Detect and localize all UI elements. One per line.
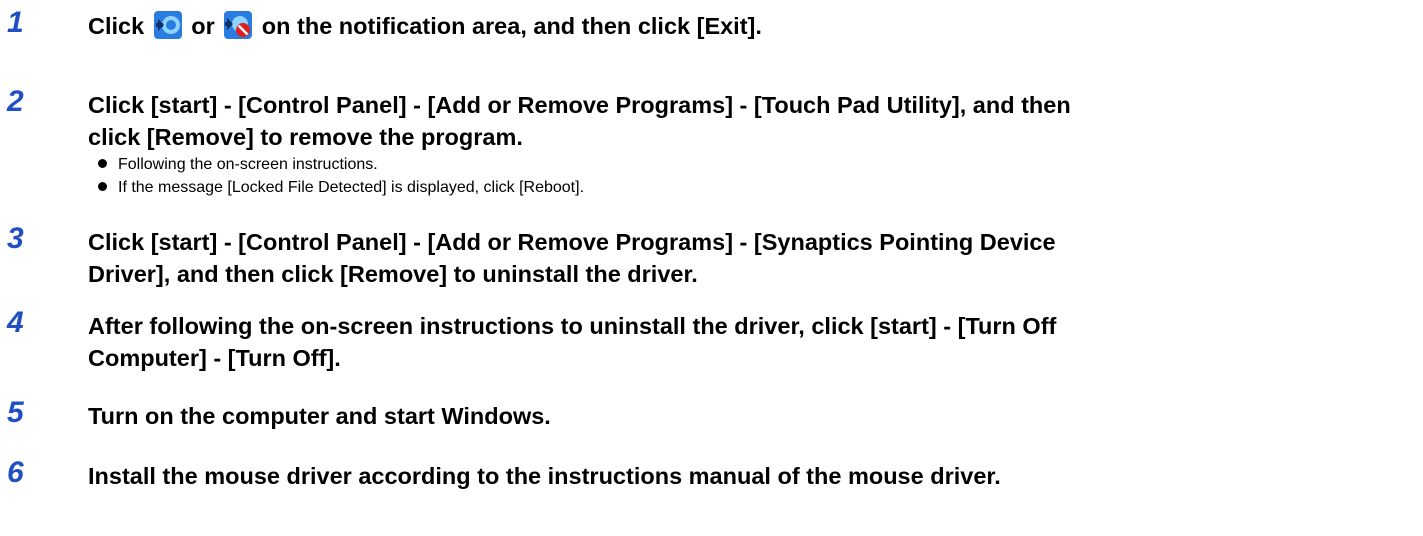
touch-pad-utility-disabled-icon [224,11,253,39]
step-number: 3 [7,222,24,255]
step-text-line: Install the mouse driver according to th… [88,463,1001,489]
step-text-part: or [184,13,222,39]
step-number: 2 [7,85,24,118]
step-instruction: Turn on the computer and start Windows. [88,400,1418,432]
step-number: 4 [7,306,24,339]
step-text-line: click [Remove] to remove the program. [88,124,523,150]
step-text-line: Click [start] - [Control Panel] - [Add o… [88,229,1056,255]
step-instruction: Click or on the notification area, and t… [88,10,1418,42]
step-number: 5 [7,396,24,429]
step-instruction: After following the on-screen instructio… [88,310,1418,374]
bullet-dot-icon [98,159,107,168]
step-number: 6 [7,456,24,489]
step-text-line: Turn on the computer and start Windows. [88,403,551,429]
bullet-list: Following the on-screen instructions. If… [98,153,584,199]
step-text-part: on the notification area, and then click… [255,13,762,39]
step-number: 1 [7,6,24,39]
bullet-item: If the message [Locked File Detected] is… [98,176,584,199]
bullet-text: If the message [Locked File Detected] is… [118,179,585,196]
touch-pad-utility-icon [153,11,182,39]
step-text-line: Click [start] - [Control Panel] - [Add o… [88,92,1071,118]
step-text-line: After following the on-screen instructio… [88,313,1057,339]
bullet-text: Following the on-screen instructions. [118,156,378,173]
step-text-line: Driver], and then click [Remove] to unin… [88,261,698,287]
bullet-item: Following the on-screen instructions. [98,153,584,176]
step-text-part: Click [88,13,151,39]
step-instruction: Click [start] - [Control Panel] - [Add o… [88,89,1418,153]
step-instruction: Click [start] - [Control Panel] - [Add o… [88,226,1418,290]
step-instruction: Install the mouse driver according to th… [88,460,1418,492]
step-text-line: Computer] - [Turn Off]. [88,345,341,371]
bullet-dot-icon [98,182,107,191]
